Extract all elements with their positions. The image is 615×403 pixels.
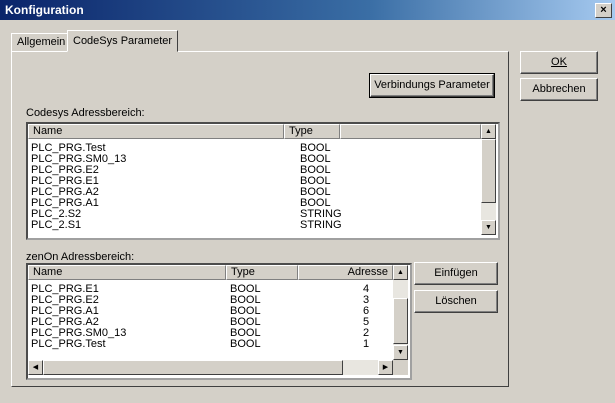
title-bar: Konfiguration × bbox=[0, 0, 615, 20]
zenon-cell-address: 1 bbox=[363, 338, 370, 350]
scroll-left-icon[interactable]: ◀ bbox=[28, 360, 43, 375]
codesys-row[interactable]: PLC_PRG.A1 BOOL bbox=[28, 198, 481, 209]
ok-button-label: OK bbox=[551, 56, 567, 68]
codesys-cell-name: PLC_2.S1 bbox=[31, 219, 82, 231]
codesys-list[interactable]: Name Type PLC_PRG.Test BOOL PLC_PRG.SM0_13… bbox=[26, 122, 500, 240]
window-title: Konfiguration bbox=[5, 3, 84, 17]
zenon-cell-type: BOOL bbox=[230, 338, 261, 350]
cancel-button-label: Abbrechen bbox=[532, 83, 586, 95]
zenon-hscroll-thumb[interactable] bbox=[43, 360, 343, 375]
codesys-scroll-thumb[interactable] bbox=[481, 139, 496, 203]
zenon-cell-name: PLC_PRG.Test bbox=[31, 338, 106, 350]
codesys-row[interactable]: PLC_2.S1 STRING bbox=[28, 220, 481, 231]
connection-parameter-label: Verbindungs Parameter bbox=[374, 79, 490, 91]
codesys-row[interactable]: PLC_2.S2 STRING bbox=[28, 209, 481, 220]
close-button[interactable]: × bbox=[595, 3, 612, 18]
insert-button[interactable]: Einfügen bbox=[414, 262, 498, 285]
tab-allgemein-label: Allgemein bbox=[17, 36, 66, 48]
tab-codesys-parameter[interactable]: CodeSys Parameter bbox=[67, 30, 179, 52]
tab-codesys-parameter-label: CodeSys Parameter bbox=[73, 35, 173, 47]
scroll-corner bbox=[393, 360, 408, 375]
codesys-cell-type: STRING bbox=[300, 219, 342, 231]
zenon-header-address[interactable]: Adresse bbox=[298, 265, 393, 280]
zenon-vscrollbar[interactable]: ▲ ▼ bbox=[393, 265, 408, 360]
delete-button-label: Löschen bbox=[435, 295, 477, 307]
codesys-header-type[interactable]: Type bbox=[284, 124, 340, 139]
cancel-button[interactable]: Abbrechen bbox=[520, 78, 598, 101]
scroll-up-icon[interactable]: ▲ bbox=[481, 124, 496, 139]
zenon-row[interactable]: PLC_PRG.Test BOOL 1 bbox=[28, 339, 393, 350]
zenon-list-label: zenOn Adressbereich: bbox=[26, 251, 135, 263]
codesys-header-name[interactable]: Name bbox=[28, 124, 284, 139]
connection-parameter-button[interactable]: Verbindungs Parameter bbox=[369, 73, 495, 98]
delete-button[interactable]: Löschen bbox=[414, 290, 498, 313]
scroll-up-icon[interactable]: ▲ bbox=[393, 265, 408, 280]
tab-allgemein[interactable]: Allgemein bbox=[11, 33, 72, 52]
scroll-right-icon[interactable]: ▶ bbox=[378, 360, 393, 375]
zenon-header-type[interactable]: Type bbox=[226, 265, 298, 280]
zenon-scroll-thumb[interactable] bbox=[393, 298, 408, 344]
zenon-list[interactable]: Name Type Adresse PLC_PRG.E1 BOOL 4 PLC_PRG… bbox=[26, 263, 412, 380]
insert-button-label: Einfügen bbox=[434, 267, 478, 279]
zenon-header-name[interactable]: Name bbox=[28, 265, 226, 280]
scroll-down-icon[interactable]: ▼ bbox=[393, 345, 408, 360]
scroll-down-icon[interactable]: ▼ bbox=[481, 220, 496, 235]
codesys-vscrollbar[interactable]: ▲ ▼ bbox=[481, 124, 496, 235]
zenon-hscrollbar[interactable]: ◀ ▶ bbox=[28, 360, 393, 375]
codesys-list-label: Codesys Adressbereich: bbox=[26, 107, 145, 119]
codesys-header-empty bbox=[340, 124, 481, 139]
ok-button[interactable]: OK bbox=[520, 51, 598, 74]
